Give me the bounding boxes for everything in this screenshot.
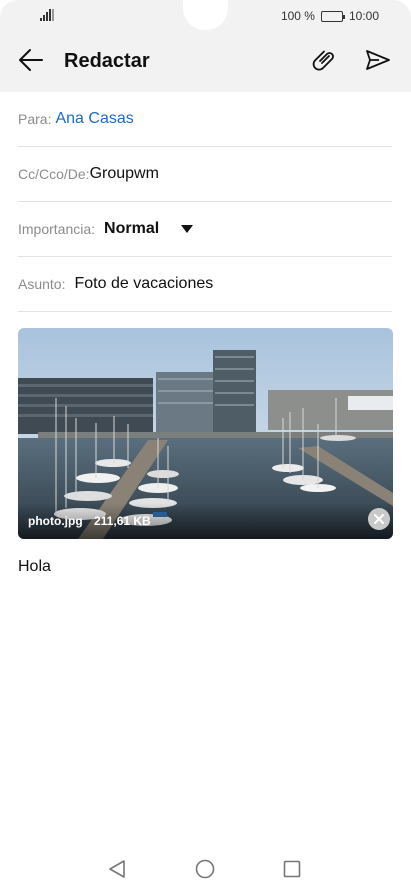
subject-label: Asunto: (18, 275, 66, 292)
compose-screen: 100 % 10:00 Redactar Para: Ana Casas Cc/… (0, 0, 411, 892)
signal-icon (40, 9, 54, 21)
circle-home-icon[interactable] (195, 859, 215, 879)
battery-icon (320, 10, 345, 22)
page-title: Redactar (64, 50, 150, 72)
message-body[interactable]: Hola (18, 558, 51, 576)
paperclip-icon[interactable] (312, 47, 338, 73)
cc-label: Cc/Cco/De: (18, 165, 90, 182)
to-field[interactable]: Para: Ana Casas (18, 91, 392, 147)
cc-value[interactable]: Groupwm (90, 165, 159, 183)
attachment-filesize: 211,61 KB (94, 514, 151, 528)
close-circle-icon[interactable] (368, 508, 390, 530)
attachment-preview[interactable]: photo.jpg 211,61 KB (18, 328, 393, 539)
status-right: 100 % 10:00 (281, 8, 379, 24)
subject-field[interactable]: Asunto: Foto de vacaciones (18, 256, 392, 312)
subject-input[interactable]: Foto de vacaciones (74, 275, 213, 293)
arrow-left-icon[interactable] (18, 47, 44, 73)
importance-select[interactable]: Normal (104, 220, 159, 238)
importance-label: Importancia: (18, 220, 96, 237)
battery-percent: 100 % (280, 9, 315, 23)
triangle-back-icon[interactable] (108, 859, 126, 879)
recipient-chip[interactable]: Ana Casas (55, 110, 133, 128)
triangle-down-icon[interactable] (181, 224, 194, 233)
to-label: Para: (18, 110, 52, 127)
square-recent-icon[interactable] (283, 860, 301, 878)
importance-field[interactable]: Importancia: Normal (18, 201, 392, 257)
clock: 10:00 (348, 9, 379, 23)
attachment-filename: photo.jpg (28, 514, 83, 528)
send-icon[interactable] (364, 47, 392, 73)
cc-field[interactable]: Cc/Cco/De: Groupwm (18, 146, 392, 202)
